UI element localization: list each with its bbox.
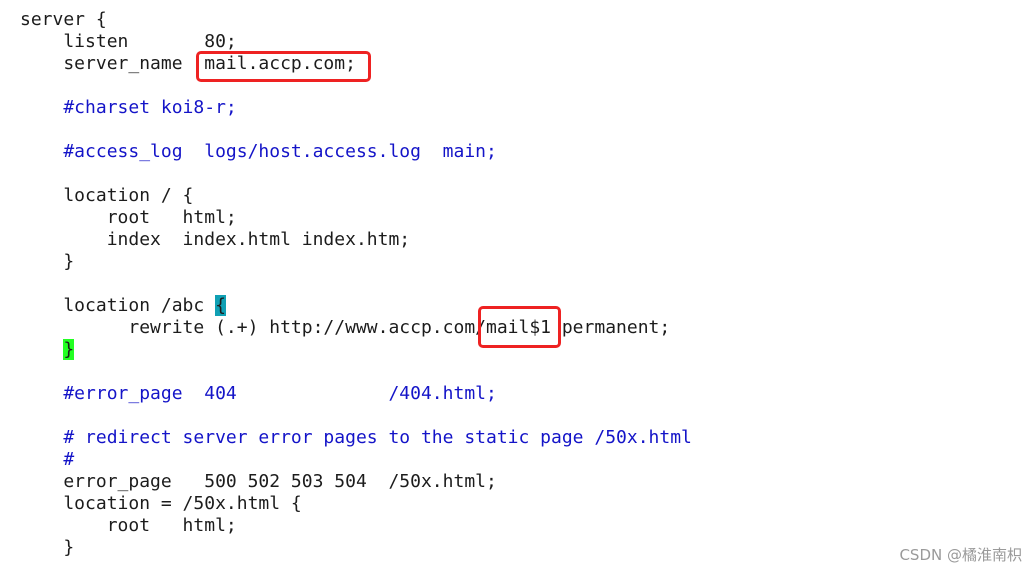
code-line: rewrite (.+) http://www.accp.com/mail$1 …: [20, 317, 692, 339]
code-line: index index.html index.htm;: [20, 229, 692, 251]
code-line: # redirect server error pages to the sta…: [20, 427, 692, 449]
code-text: location = /50x.html {: [20, 493, 302, 514]
code-line: location = /50x.html {: [20, 493, 692, 515]
code-line: server {: [20, 9, 692, 31]
code-line: error_page 500 502 503 504 /50x.html;: [20, 471, 692, 493]
code-text: }: [20, 537, 75, 558]
code-text: location / {: [20, 185, 194, 206]
code-hl-green: }: [63, 339, 75, 360]
code-text: root html;: [20, 207, 237, 228]
highlight-box-server-name: [196, 51, 371, 82]
code-text: rewrite (.+) http://www.accp.com/mail$1 …: [20, 317, 671, 338]
code-line: listen 80;: [20, 31, 692, 53]
code-line: }: [20, 251, 692, 273]
code-line: location /abc {: [20, 295, 692, 317]
code-text: listen 80;: [20, 31, 237, 52]
code-comment: #: [20, 449, 75, 470]
code-hl-teal: {: [215, 295, 226, 316]
code-text: location /abc: [20, 295, 216, 316]
code-line: #access_log logs/host.access.log main;: [20, 141, 692, 163]
code-line: }: [20, 339, 692, 361]
code-line: root html;: [20, 207, 692, 229]
code-line: #charset koi8-r;: [20, 97, 692, 119]
highlight-box-rewrite-target: [478, 306, 561, 348]
code-line: #: [20, 449, 692, 471]
code-text: root html;: [20, 515, 237, 536]
code-text: error_page 500 502 503 504 /50x.html;: [20, 471, 497, 492]
code-line: }: [20, 537, 692, 559]
code-line: root html;: [20, 515, 692, 537]
code-line: location / {: [20, 185, 692, 207]
code-comment: #charset koi8-r;: [20, 97, 237, 118]
code-comment: # redirect server error pages to the sta…: [20, 427, 692, 448]
code-editor[interactable]: server { listen 80; server_name mail.acc…: [20, 9, 692, 559]
code-text: index index.html index.htm;: [20, 229, 411, 250]
code-comment: #error_page 404 /404.html;: [20, 383, 497, 404]
code-comment: #access_log logs/host.access.log main;: [20, 141, 497, 162]
code-text: }: [20, 251, 75, 272]
watermark: CSDN @橘淮南枳: [899, 546, 1022, 564]
code-text: server {: [20, 9, 107, 30]
code-line: #error_page 404 /404.html;: [20, 383, 692, 405]
